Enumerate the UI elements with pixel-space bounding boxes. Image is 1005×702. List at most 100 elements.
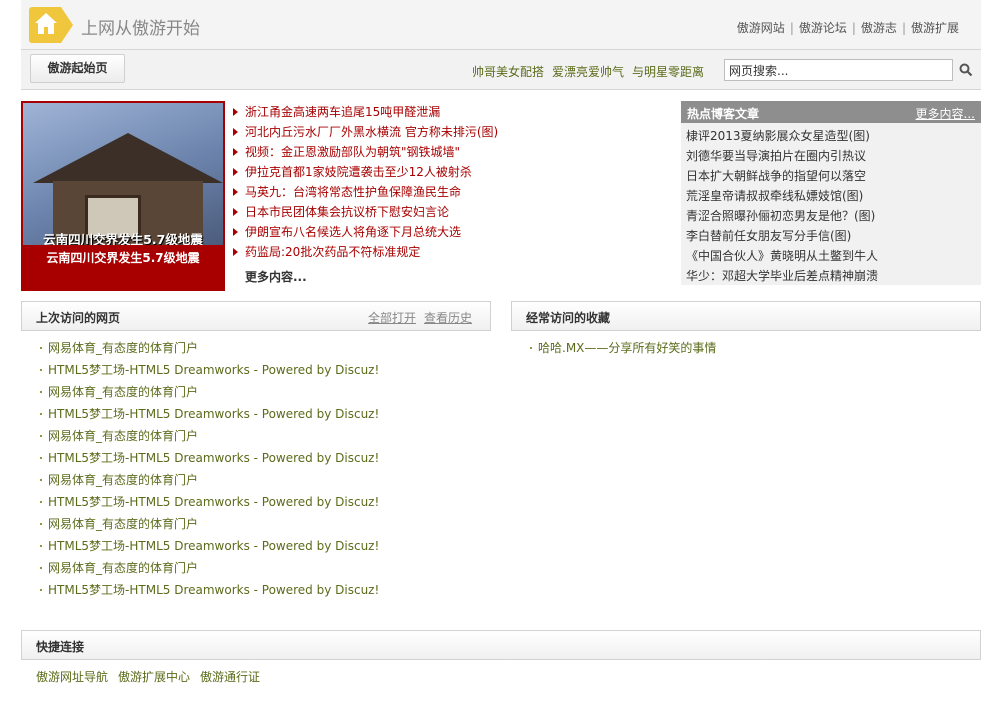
hot-link[interactable]: 与明星零距离 [632, 65, 704, 79]
search-input[interactable] [724, 59, 953, 81]
quick-link-passport[interactable]: 傲游通行证 [200, 670, 260, 684]
bullet-icon [40, 435, 42, 437]
nav-link-maxthon-site[interactable]: 傲游网站 [737, 21, 785, 35]
bullet-icon [530, 347, 532, 349]
headline-link[interactable]: 河北内丘污水厂厂外黑水横流 官方称未排污(图) [245, 125, 498, 139]
recent-page-link[interactable]: HTML5梦工场-HTML5 Dreamworks - Powered by D… [48, 495, 379, 509]
recent-page-link[interactable]: 网易体育_有态度的体育门户 [48, 473, 198, 487]
hot-blog-list: 棣评2013夏纳影展众女星造型(图) 刘德华要当导演拍片在圈内引热议 日本扩大朝… [681, 123, 981, 286]
open-all-link[interactable]: 全部打开 [368, 311, 416, 325]
more-news-link[interactable]: 更多内容... [245, 268, 307, 285]
quick-links-header: 快捷连接 [21, 630, 981, 660]
headline-list: 浙江甬金高速两车追尾15吨甲醛泄漏 河北内丘污水厂厂外黑水横流 官方称未排污(图… [231, 103, 671, 263]
bullet-icon [40, 545, 42, 547]
bullet-icon [40, 413, 42, 415]
list-item: HTML5梦工场-HTML5 Dreamworks - Powered by D… [36, 535, 379, 557]
headline-item: 伊拉克首都1家妓院遭袭击至少12人被射杀 [231, 163, 671, 183]
recent-page-link[interactable]: 网易体育_有态度的体育门户 [48, 561, 198, 575]
arrow-icon [233, 128, 238, 136]
recent-page-link[interactable]: HTML5梦工场-HTML5 Dreamworks - Powered by D… [48, 407, 379, 421]
bullet-icon [40, 479, 42, 481]
hot-blog-panel: 热点博客文章 更多内容... 棣评2013夏纳影展众女星造型(图) 刘德华要当导… [681, 101, 981, 285]
nav-link-maxthon-forum[interactable]: 傲游论坛 [799, 21, 847, 35]
bullet-icon [40, 369, 42, 371]
blog-item[interactable]: 棣评2013夏纳影展众女星造型(图) [686, 126, 981, 146]
blog-item[interactable]: 刘德华要当导演拍片在圈内引热议 [686, 146, 981, 166]
view-history-link[interactable]: 查看历史 [424, 311, 472, 325]
blog-item[interactable]: 李白替前任女朋友写分手信(图) [686, 226, 981, 246]
headline-item: 浙江甬金高速两车追尾15吨甲醛泄漏 [231, 103, 671, 123]
headline-item: 伊朗宣布八名候选人将角逐下月总统大选 [231, 223, 671, 243]
recent-pages-title: 上次访问的网页 [36, 311, 121, 325]
blog-item[interactable]: 《中国合伙人》黄晓明从土鳖到牛人 [686, 246, 981, 266]
arrow-icon [233, 208, 238, 216]
arrow-icon [233, 248, 238, 256]
headline-link[interactable]: 药监局:20批次药品不符标准规定 [245, 245, 420, 259]
recent-page-link[interactable]: 网易体育_有态度的体育门户 [48, 429, 198, 443]
recent-page-link[interactable]: 网易体育_有态度的体育门户 [48, 341, 198, 355]
recent-page-link[interactable]: HTML5梦工场-HTML5 Dreamworks - Powered by D… [48, 363, 379, 377]
header: 上网从傲游开始 傲游网站 | 傲游论坛 | 傲游志 | 傲游扩展 [21, 0, 981, 50]
search-icon[interactable] [959, 63, 973, 77]
hot-blog-more-link[interactable]: 更多内容... [916, 105, 975, 122]
list-item: HTML5梦工场-HTML5 Dreamworks - Powered by D… [36, 447, 379, 469]
headline-link[interactable]: 浙江甬金高速两车追尾15吨甲醛泄漏 [245, 105, 440, 119]
recent-page-link[interactable]: 网易体育_有态度的体育门户 [48, 517, 198, 531]
hot-blog-title: 热点博客文章 [687, 107, 760, 121]
favorites-list: 哈哈.MX——分享所有好笑的事情 [526, 337, 716, 359]
arrow-icon [233, 168, 238, 176]
site-title: 上网从傲游开始 [81, 19, 200, 39]
bullet-icon [40, 347, 42, 349]
recent-pages-list: 网易体育_有态度的体育门户 HTML5梦工场-HTML5 Dreamworks … [36, 337, 379, 601]
top-nav: 傲游网站 | 傲游论坛 | 傲游志 | 傲游扩展 [737, 19, 959, 36]
list-item: 网易体育_有态度的体育门户 [36, 425, 379, 447]
news-photo[interactable]: 云南四川交界发生5.7级地震 云南四川交界发生5.7级地震 [21, 101, 225, 291]
blog-item[interactable]: 华少：邓超大学毕业后差点精神崩溃 [686, 266, 981, 286]
recent-page-link[interactable]: HTML5梦工场-HTML5 Dreamworks - Powered by D… [48, 451, 379, 465]
bullet-icon [40, 567, 42, 569]
nav-link-maxthon-extensions[interactable]: 傲游扩展 [911, 21, 959, 35]
list-item: 网易体育_有态度的体育门户 [36, 469, 379, 491]
quick-links: 傲游网址导航 傲游扩展中心 傲游通行证 [36, 668, 270, 685]
nav-link-maxthon-blog[interactable]: 傲游志 [861, 21, 897, 35]
recent-page-link[interactable]: HTML5梦工场-HTML5 Dreamworks - Powered by D… [48, 583, 379, 597]
headline-item: 马英九：台湾将常态性护鱼保障渔民生命 [231, 183, 671, 203]
headline-link[interactable]: 日本市民团体集会抗议桥下慰安妇言论 [245, 205, 449, 219]
start-page-button[interactable]: 傲游起始页 [30, 54, 125, 83]
favorite-link[interactable]: 哈哈.MX——分享所有好笑的事情 [538, 341, 716, 355]
toolbar: 傲游起始页 帅哥美女配搭 爱漂亮爱帅气 与明星零距离 [21, 50, 981, 90]
page-container: 上网从傲游开始 傲游网站 | 傲游论坛 | 傲游志 | 傲游扩展 傲游起始页 帅哥美女配搭爱… [21, 0, 981, 684]
bullet-icon [40, 501, 42, 503]
headline-link[interactable]: 马英九：台湾将常态性护鱼保障渔民生命 [245, 185, 461, 199]
bullet-icon [40, 391, 42, 393]
recent-page-link[interactable]: 网易体育_有态度的体育门户 [48, 385, 198, 399]
hot-link[interactable]: 帅哥美女配搭 [472, 65, 544, 79]
blog-item[interactable]: 荒淫皇帝请叔叔牵线私嫖妓馆(图) [686, 186, 981, 206]
recent-pages-actions: 全部打开 查看历史 [360, 309, 472, 326]
recent-page-link[interactable]: HTML5梦工场-HTML5 Dreamworks - Powered by D… [48, 539, 379, 553]
news-photo-caption[interactable]: 云南四川交界发生5.7级地震 [23, 249, 223, 266]
headline-link[interactable]: 视频：金正恩激励部队为朝筑"钢铁城墙" [245, 145, 460, 159]
news-section: 云南四川交界发生5.7级地震 云南四川交界发生5.7级地震 浙江甬金高速两车追尾… [21, 101, 981, 291]
headline-item: 日本市民团体集会抗议桥下慰安妇言论 [231, 203, 671, 223]
list-item: HTML5梦工场-HTML5 Dreamworks - Powered by D… [36, 579, 379, 601]
headline-link[interactable]: 伊朗宣布八名候选人将角逐下月总统大选 [245, 225, 461, 239]
headline-item: 河北内丘污水厂厂外黑水横流 官方称未排污(图) [231, 123, 671, 143]
hot-link[interactable]: 爱漂亮爱帅气 [552, 65, 624, 79]
list-item: HTML5梦工场-HTML5 Dreamworks - Powered by D… [36, 491, 379, 513]
headline-link[interactable]: 伊拉克首都1家妓院遭袭击至少12人被射杀 [245, 165, 472, 179]
bullet-icon [40, 457, 42, 459]
nav-separator: | [851, 21, 856, 35]
home-logo-icon[interactable] [29, 7, 73, 43]
quick-link-nav[interactable]: 傲游网址导航 [36, 670, 108, 684]
nav-separator: | [789, 21, 794, 35]
list-item: 哈哈.MX——分享所有好笑的事情 [526, 337, 716, 359]
bullet-icon [40, 523, 42, 525]
arrow-icon [233, 188, 238, 196]
list-item: 网易体育_有态度的体育门户 [36, 381, 379, 403]
list-item: 网易体育_有态度的体育门户 [36, 337, 379, 359]
quick-link-extension-center[interactable]: 傲游扩展中心 [118, 670, 190, 684]
list-item: HTML5梦工场-HTML5 Dreamworks - Powered by D… [36, 403, 379, 425]
blog-item[interactable]: 青涩合照曝孙俪初恋男友是他？(图) [686, 206, 981, 226]
blog-item[interactable]: 日本扩大朝鲜战争的指望何以落空 [686, 166, 981, 186]
